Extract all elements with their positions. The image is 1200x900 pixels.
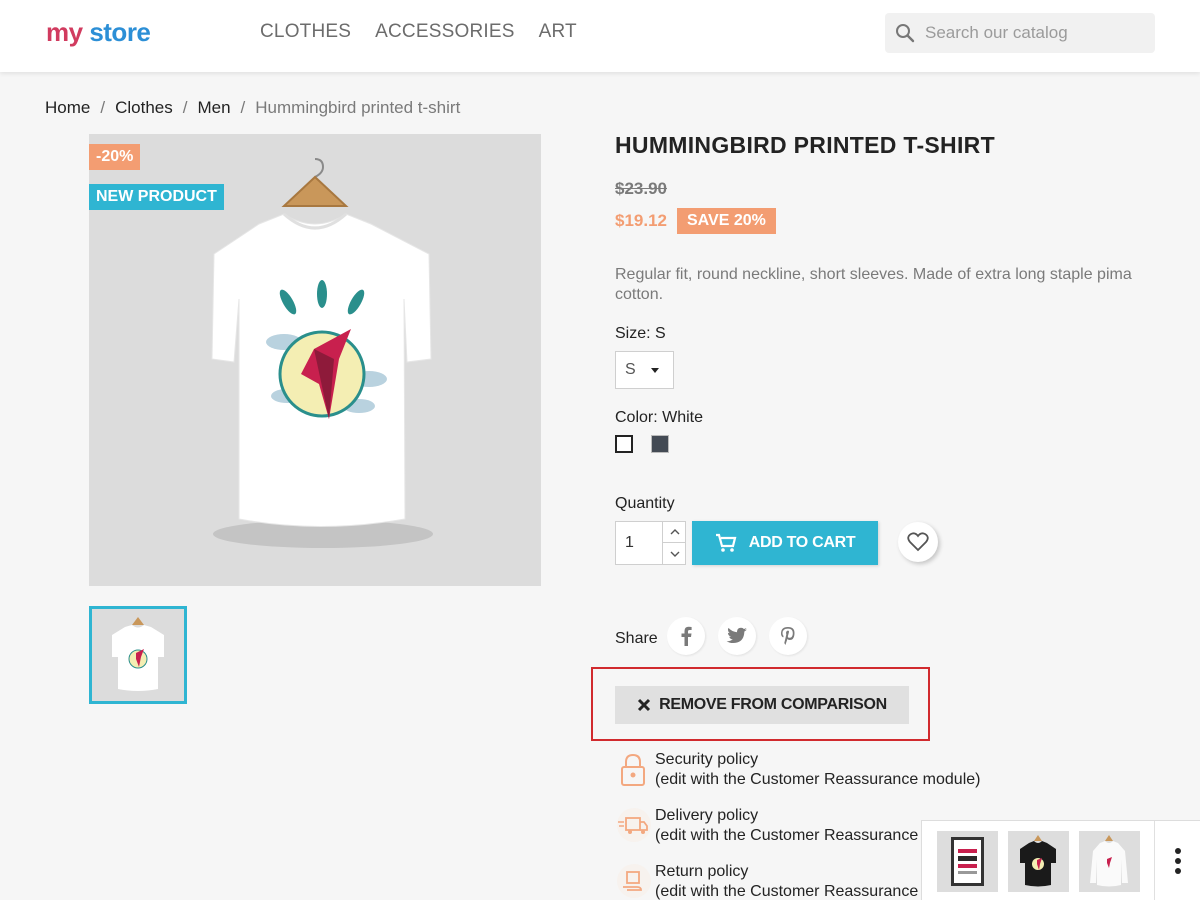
quantity-increase-button[interactable]: [662, 522, 686, 543]
comparison-item-white-sweater[interactable]: [1079, 831, 1140, 892]
caret-down-icon: [651, 368, 659, 373]
share-pinterest-button[interactable]: [769, 617, 807, 655]
quantity-stepper: 1: [615, 521, 686, 565]
nav-accessories[interactable]: ACCESSORIES: [375, 21, 514, 43]
kebab-menu-icon-dot: [1175, 858, 1181, 864]
quantity-decrease-button[interactable]: [662, 543, 686, 564]
discount-flag: -20%: [89, 144, 141, 170]
wishlist-button[interactable]: [898, 522, 938, 562]
add-to-cart-button[interactable]: ADD TO CART: [692, 521, 878, 565]
breadcrumb-men[interactable]: Men: [197, 98, 230, 118]
reassurance-subtitle: (edit with the Customer Reassurance modu…: [655, 771, 981, 788]
current-price: $19.12: [615, 211, 667, 230]
quantity-input[interactable]: 1: [625, 534, 634, 552]
twitter-icon: [726, 627, 747, 643]
truck-icon: [617, 808, 651, 842]
kebab-menu-icon-dot: [1175, 848, 1181, 854]
breadcrumb-separator: /: [240, 98, 246, 117]
share-facebook-button[interactable]: [667, 617, 705, 655]
breadcrumb-current: Hummingbird printed t-shirt: [255, 98, 461, 117]
product-title: HUMMINGBIRD PRINTED T-SHIRT: [615, 132, 995, 158]
site-header: my store CLOTHES ACCESSORIES ART: [0, 0, 1200, 72]
quantity-label: Quantity: [615, 495, 675, 512]
size-select-value: S: [625, 361, 636, 378]
facebook-icon: [681, 626, 692, 646]
search-box: [885, 13, 1155, 53]
remove-from-comparison-button[interactable]: REMOVE FROM COMPARISON: [615, 686, 909, 724]
breadcrumb-separator: /: [182, 98, 188, 117]
black-tshirt-thumbnail-image: [1020, 835, 1056, 887]
close-icon: [638, 698, 651, 712]
lock-icon: [621, 753, 645, 786]
shopping-cart-icon: [715, 533, 737, 552]
search-icon[interactable]: [885, 13, 925, 53]
comparison-menu-button[interactable]: [1154, 821, 1200, 900]
pinterest-icon: [781, 627, 795, 645]
return-box-icon: [617, 864, 651, 898]
nav-clothes[interactable]: CLOTHES: [260, 21, 351, 43]
search-input[interactable]: [925, 23, 1145, 43]
store-logo[interactable]: my store: [46, 17, 151, 47]
share-label: Share: [615, 630, 658, 647]
reassurance-title: Security policy: [655, 751, 759, 768]
product-thumbnail[interactable]: [89, 606, 187, 704]
breadcrumb: Home / Clothes / Men / Hummingbird print…: [45, 98, 460, 118]
reassurance-text: Security policy (edit with the Customer …: [655, 750, 980, 790]
breadcrumb-home[interactable]: Home: [45, 98, 90, 118]
nav-art[interactable]: ART: [539, 21, 577, 43]
size-select[interactable]: S: [615, 351, 674, 389]
logo-text-my: my: [46, 17, 83, 47]
poster-thumbnail-image: [951, 837, 984, 886]
breadcrumb-separator: /: [100, 98, 106, 117]
remove-from-comparison-label: REMOVE FROM COMPARISON: [659, 696, 887, 713]
white-sweater-thumbnail-image: [1090, 835, 1128, 887]
color-label: Color: White: [615, 409, 704, 426]
reassurance-security: Security policy (edit with the Customer …: [615, 750, 1035, 790]
add-to-cart-label: ADD TO CART: [748, 534, 856, 551]
save-badge: SAVE 20%: [677, 208, 776, 234]
comparison-item-black-tshirt[interactable]: [1008, 831, 1069, 892]
comparison-bar: [921, 820, 1200, 900]
chevron-up-icon: [670, 529, 679, 535]
product-cover-image[interactable]: -20% NEW PRODUCT: [89, 134, 541, 586]
kebab-menu-icon-dot: [1175, 868, 1181, 874]
color-swatch-grey[interactable]: [651, 435, 669, 453]
breadcrumb-clothes[interactable]: Clothes: [115, 98, 173, 118]
chevron-down-icon: [670, 551, 679, 557]
color-swatch-white[interactable]: [615, 435, 633, 453]
logo-text-store: store: [89, 17, 151, 47]
regular-price: $23.90: [615, 179, 667, 198]
thumbnail-tshirt-image: [112, 617, 164, 691]
new-product-flag: NEW PRODUCT: [89, 184, 224, 210]
product-description: Regular fit, round neckline, short sleev…: [615, 266, 1132, 303]
main-nav: CLOTHES ACCESSORIES ART: [260, 21, 577, 43]
heart-icon: [907, 532, 929, 552]
size-label: Size: S: [615, 325, 666, 342]
comparison-item-poster[interactable]: [937, 831, 998, 892]
share-twitter-button[interactable]: [718, 617, 756, 655]
